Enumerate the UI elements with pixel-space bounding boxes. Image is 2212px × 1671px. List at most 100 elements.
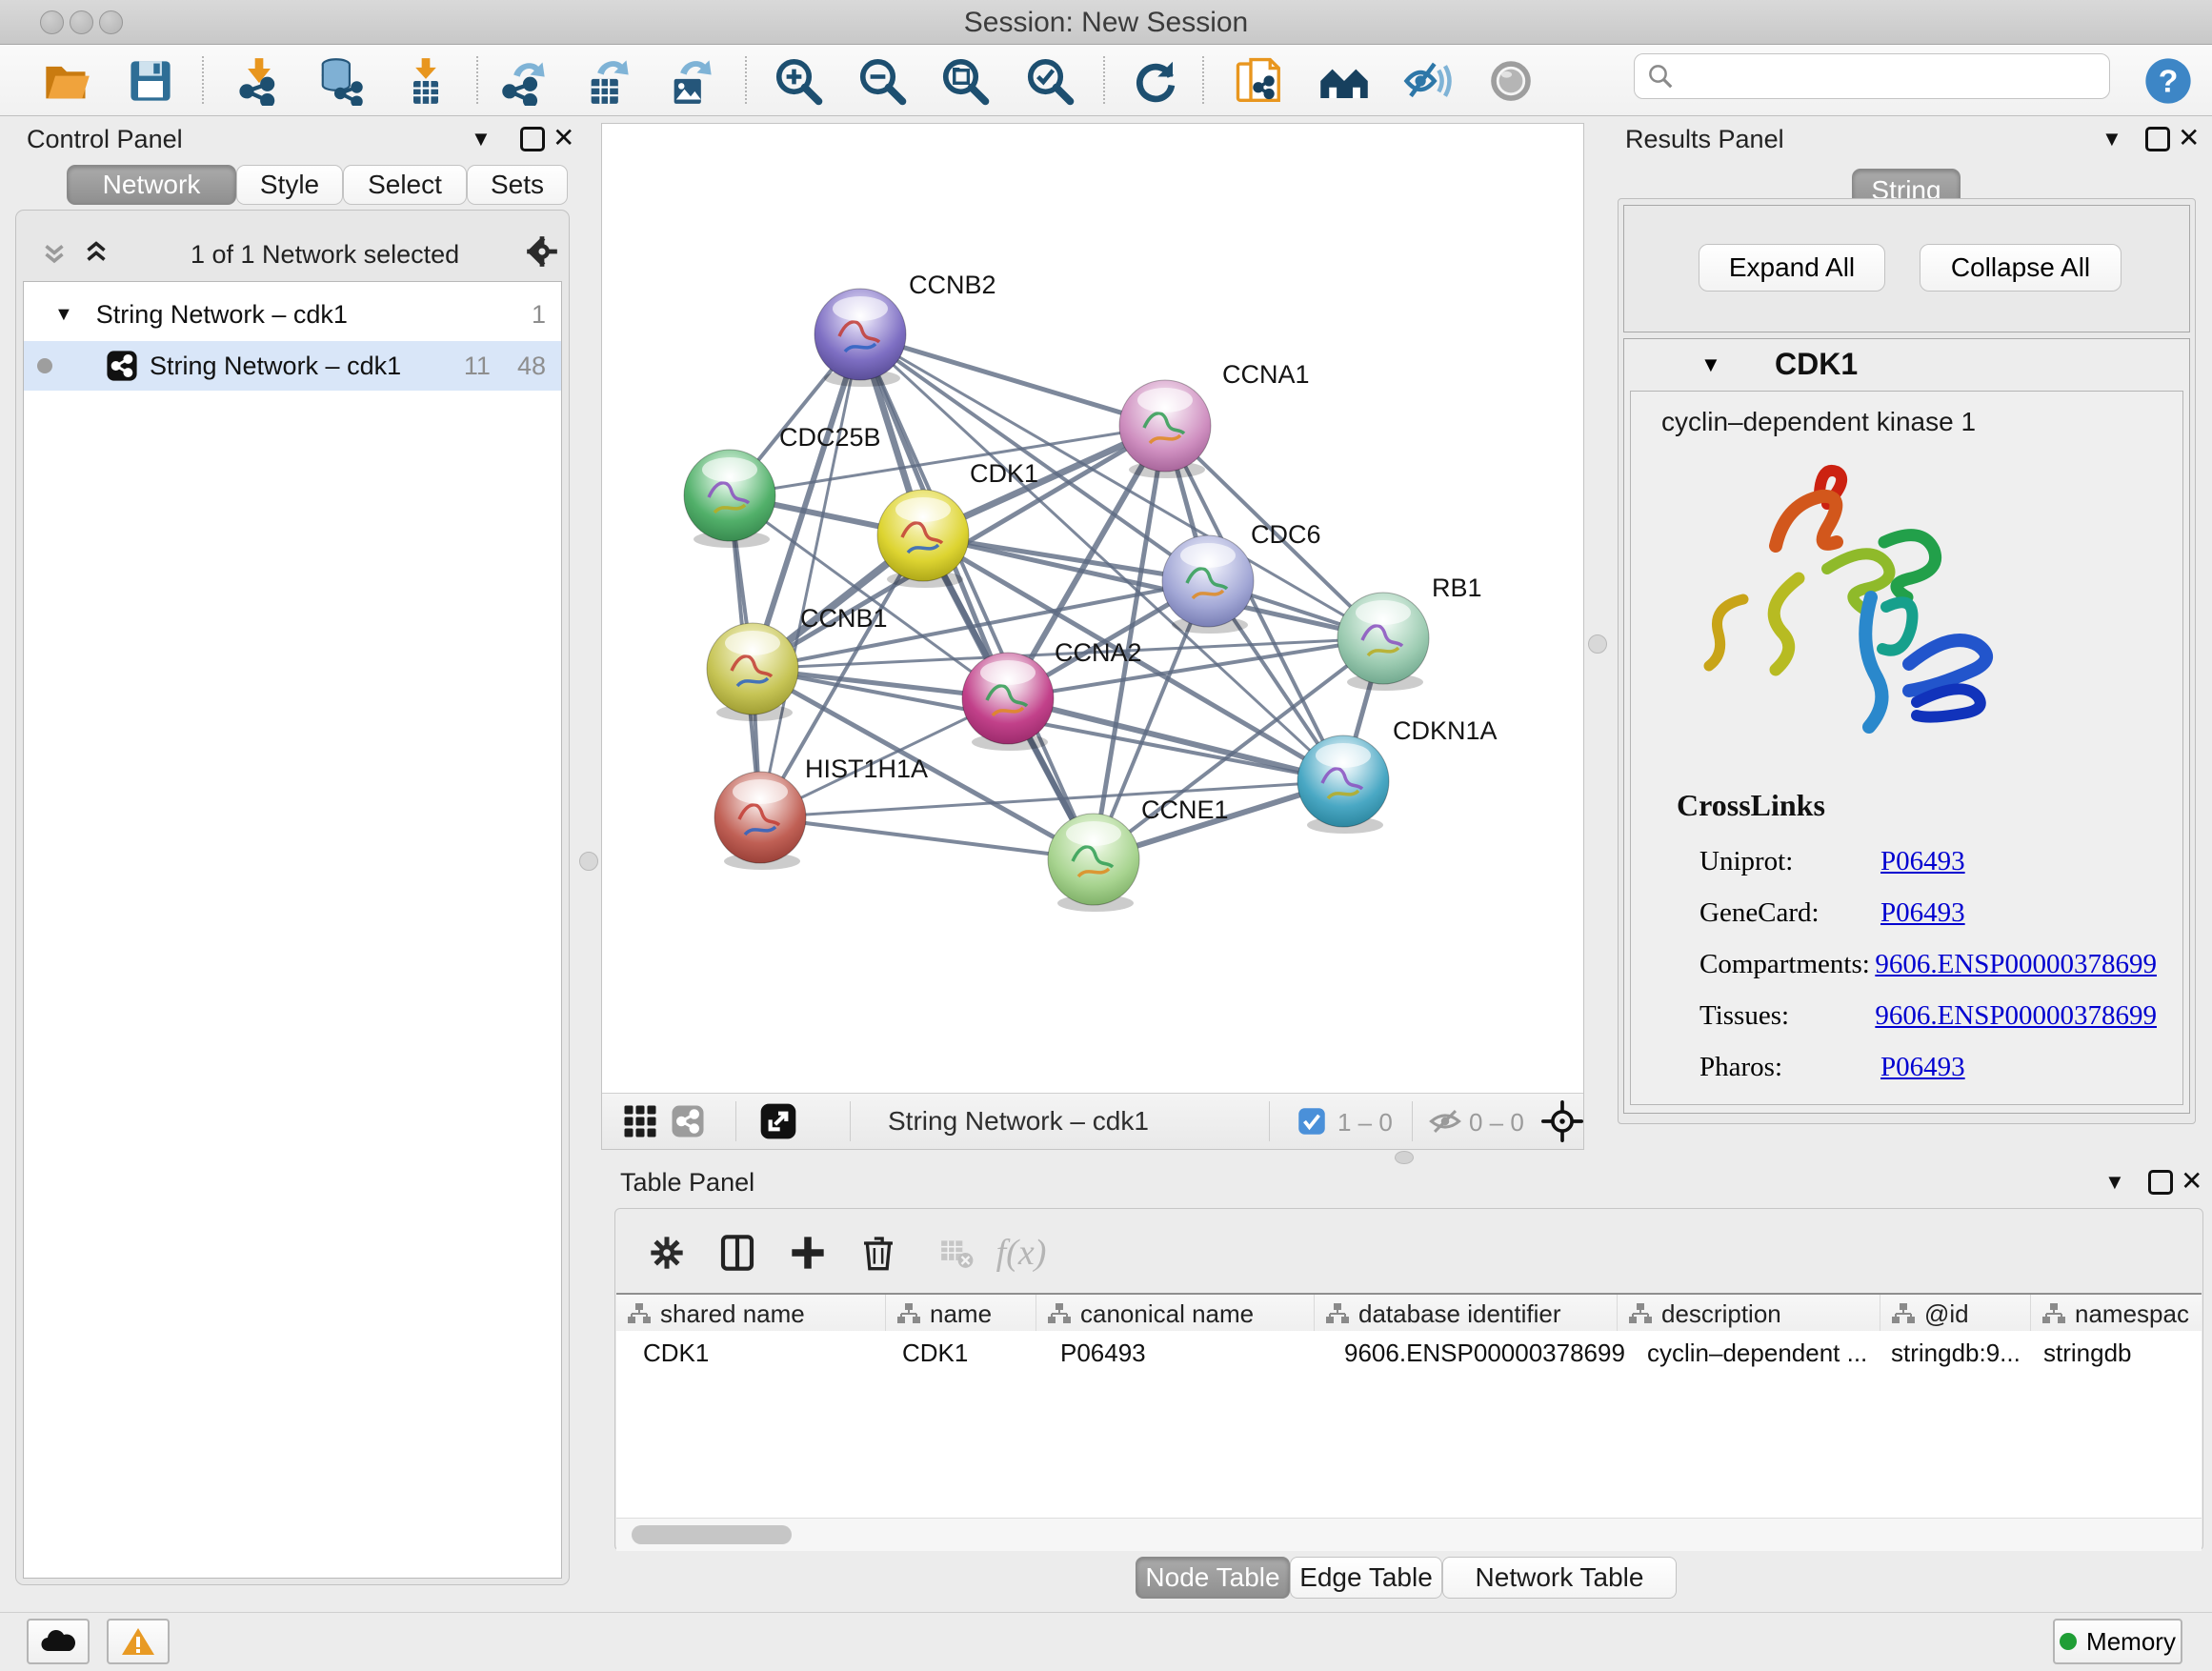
refresh-icon[interactable] (1127, 52, 1184, 110)
crosslink-link[interactable]: P06493 (1880, 897, 1965, 929)
table-panel: Table Panel ▼ ✕ f(x) (607, 1164, 2212, 1602)
table-header-row: shared name name canonical name database… (616, 1293, 2202, 1334)
close-panel-icon[interactable]: ✕ (553, 125, 574, 151)
network-canvas[interactable]: CCNB2CCNA1CDC25BCDK1CDC6RB1CCNB1CCNA2CDK… (601, 123, 1584, 1150)
import-network-icon[interactable] (231, 52, 288, 110)
collapse-all-button[interactable]: Collapse All (1920, 244, 2122, 292)
fit-crosshair-icon[interactable] (1541, 1100, 1583, 1147)
tab-network-table[interactable]: Network Table (1442, 1557, 1677, 1599)
gene-detail-box: cyclin–dependent kinase 1 (1630, 391, 2183, 1105)
tab-network[interactable]: Network (67, 165, 236, 205)
section-disclosure-icon[interactable]: ▼ (1700, 352, 1721, 377)
tab-edge-table[interactable]: Edge Table (1290, 1557, 1442, 1599)
export-network-icon[interactable] (495, 52, 553, 110)
hidden-eye-slash-icon[interactable] (1429, 1107, 1461, 1140)
column-header[interactable]: name (886, 1295, 1036, 1333)
network-view-toolbar: String Network – cdk1 1 – 0 0 – 0 (602, 1093, 1583, 1149)
network-node[interactable]: RB1 (1337, 574, 1482, 691)
warnings-button[interactable] (107, 1619, 170, 1664)
network-edge[interactable] (760, 334, 860, 817)
tab-node-table[interactable]: Node Table (1136, 1557, 1290, 1599)
crosslink-link[interactable]: 9606.ENSP00000378699 (1875, 949, 2157, 980)
birdseye-grid-icon[interactable] (623, 1104, 657, 1143)
delete-column-icon[interactable] (852, 1226, 905, 1279)
disclosure-triangle-icon[interactable]: ▼ (54, 304, 73, 326)
open-session-icon[interactable] (38, 52, 95, 110)
select-columns-icon[interactable] (711, 1226, 764, 1279)
right-splitter-handle[interactable] (1588, 634, 1607, 654)
network-graph[interactable]: CCNB2CCNA1CDC25BCDK1CDC6RB1CCNB1CCNA2CDK… (602, 124, 1583, 1094)
import-table-icon[interactable] (397, 52, 454, 110)
zoom-fit-icon[interactable] (936, 52, 994, 110)
cloud-button[interactable] (27, 1619, 90, 1664)
glass-ball-effect-icon[interactable] (1399, 52, 1457, 110)
network-selection-summary: 1 of 1 Network selected (191, 240, 459, 270)
help-icon[interactable]: ? (2140, 52, 2197, 110)
network-collection-row[interactable]: ▼ String Network – cdk1 1 (24, 290, 561, 339)
search-input[interactable] (1684, 61, 2109, 92)
maximize-panel-icon[interactable] (2148, 1170, 2173, 1195)
zoom-out-icon[interactable] (854, 52, 911, 110)
network-edge[interactable] (760, 817, 1094, 859)
horizontal-scrollbar[interactable] (616, 1518, 2202, 1551)
float-panel-icon[interactable]: ▼ (2101, 129, 2122, 150)
maximize-panel-icon[interactable] (2145, 127, 2170, 151)
open-in-window-icon[interactable] (759, 1102, 797, 1145)
grey-sphere-icon[interactable] (1482, 52, 1539, 110)
expand-all-networks-icon[interactable] (80, 235, 112, 272)
zoom-selected-icon[interactable] (1021, 52, 1078, 110)
close-panel-icon[interactable]: ✕ (2178, 125, 2200, 151)
network-edge-count: 48 (517, 352, 546, 381)
zoom-in-icon[interactable] (770, 52, 827, 110)
window-title: Session: New Session (0, 7, 2212, 39)
column-type-icon (1326, 1302, 1349, 1325)
float-panel-icon[interactable]: ▼ (471, 129, 492, 150)
scrollbar-thumb[interactable] (632, 1525, 792, 1544)
node-label: CCNA1 (1222, 360, 1310, 389)
column-type-icon (1629, 1302, 1652, 1325)
column-header[interactable]: shared name (616, 1295, 886, 1333)
network-node[interactable]: CDC25B (684, 423, 881, 548)
left-splitter-handle[interactable] (579, 852, 598, 871)
network-node[interactable]: CDC6 (1162, 520, 1321, 634)
network-options-gear-icon[interactable] (524, 233, 560, 274)
control-panel: Control Panel ▼ ✕ Network Style Select S… (10, 119, 572, 1586)
column-header[interactable]: namespac (2031, 1295, 2202, 1333)
float-panel-icon[interactable]: ▼ (2104, 1172, 2125, 1193)
network-share-gray-icon[interactable] (671, 1104, 705, 1143)
tab-select[interactable]: Select (343, 165, 467, 205)
string-home-icon[interactable] (1316, 52, 1373, 110)
save-session-icon[interactable] (122, 52, 179, 110)
network-row-selected[interactable]: String Network – cdk1 11 48 (24, 341, 561, 391)
network-edge[interactable] (1008, 698, 1343, 781)
network-edge[interactable] (860, 334, 1165, 426)
import-database-icon[interactable] (310, 52, 367, 110)
selected-checkbox-icon[interactable] (1297, 1107, 1326, 1140)
tab-style[interactable]: Style (236, 165, 343, 205)
collapse-all-networks-icon[interactable] (38, 235, 70, 272)
crosslink-link[interactable]: P06493 (1880, 846, 1965, 877)
memory-button[interactable]: Memory (2053, 1619, 2182, 1664)
network-node[interactable]: CDKN1A (1297, 716, 1498, 834)
add-column-icon[interactable] (781, 1226, 835, 1279)
network-node[interactable]: CDK1 (877, 459, 1038, 588)
close-panel-icon[interactable]: ✕ (2181, 1168, 2202, 1195)
results-panel: Results Panel ▼ ✕ String Expand All Coll… (1610, 119, 2212, 1148)
crosslink-link[interactable]: P06493 (1880, 1052, 1965, 1083)
crosslink-link[interactable]: 9606.ENSP00000378699 (1875, 1000, 2157, 1032)
maximize-panel-icon[interactable] (520, 127, 545, 151)
network-node[interactable]: HIST1H1A (714, 755, 928, 870)
export-table-icon[interactable] (579, 52, 636, 110)
expand-all-button[interactable]: Expand All (1699, 244, 1885, 292)
export-image-icon[interactable] (662, 52, 719, 110)
table-gear-icon[interactable] (640, 1226, 694, 1279)
search-field[interactable] (1634, 53, 2110, 99)
clone-network-icon[interactable] (1231, 52, 1288, 110)
column-header[interactable]: canonical name (1036, 1295, 1315, 1333)
column-header[interactable]: @id (1880, 1295, 2031, 1333)
horizontal-splitter-handle[interactable] (1395, 1151, 1414, 1164)
column-header[interactable]: database identifier (1315, 1295, 1618, 1333)
column-header[interactable]: description (1618, 1295, 1880, 1333)
tab-sets[interactable]: Sets (467, 165, 568, 205)
network-node[interactable]: CCNA1 (1119, 360, 1310, 478)
